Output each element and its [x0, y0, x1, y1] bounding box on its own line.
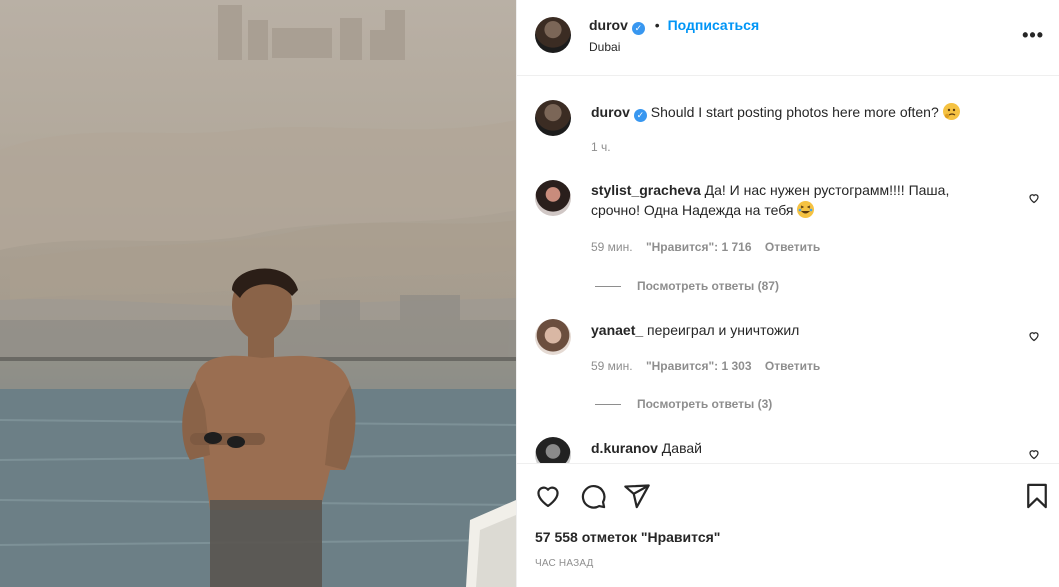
- comment-meta: 59 мин. "Нравится": 1 716 Ответить: [591, 240, 830, 254]
- more-options-icon[interactable]: •••: [1022, 25, 1044, 46]
- author-username[interactable]: durov: [589, 17, 628, 33]
- view-replies-label: Посмотреть ответы (87): [637, 279, 779, 293]
- view-replies-button[interactable]: Посмотреть ответы (87): [595, 279, 779, 293]
- comment-meta: 59 мин. "Нравится": 1 303 Ответить: [591, 359, 830, 373]
- photo-illustration: [0, 5, 516, 587]
- caption-row: durov ✓ Should I start posting photos her…: [535, 100, 1040, 160]
- dot-separator: •: [654, 17, 660, 33]
- author-line: durov ✓ • Подписаться: [589, 17, 759, 35]
- comment-text: yanaet_ переиграл и уничтожил: [591, 320, 799, 340]
- verified-icon: ✓: [631, 22, 645, 35]
- comment-text: stylist_gracheva Да! И нас нужен рустогр…: [591, 180, 991, 220]
- caption-body: Should I start posting photos here more …: [650, 104, 939, 120]
- comment-icon[interactable]: [579, 482, 607, 510]
- comment-body: Да! И нас нужен рустограмм!!!! Паша,: [704, 182, 950, 198]
- replies-divider: [595, 404, 621, 406]
- post-panel: durov ✓ • Подписаться Dubai ••• durov ✓ Sh…: [516, 0, 1059, 587]
- post-actions: 57 558 отметок "Нравится" ЧАС НАЗАД: [517, 463, 1059, 587]
- comment-time: 59 мин.: [591, 240, 633, 254]
- emoji-laughing: [797, 201, 815, 218]
- commenter-avatar[interactable]: [535, 180, 571, 216]
- emoji-thinking: [942, 103, 960, 120]
- author-avatar[interactable]: [535, 17, 571, 53]
- caption-username[interactable]: durov: [591, 104, 630, 120]
- heart-icon[interactable]: [1028, 448, 1040, 460]
- replies-divider: [595, 286, 621, 288]
- verified-icon: ✓: [633, 109, 647, 122]
- comment-body: Давай: [661, 440, 702, 456]
- heart-icon[interactable]: [1028, 192, 1040, 204]
- caption-text: durov ✓ Should I start posting photos her…: [591, 102, 960, 122]
- post-location[interactable]: Dubai: [589, 40, 620, 54]
- post-time-ago: ЧАС НАЗАД: [535, 558, 594, 569]
- comment-item: yanaet_ переиграл и уничтожил 59 мин. "Н…: [535, 318, 1040, 418]
- comment-body-line2: срочно! Одна Надежда на тебя: [591, 202, 794, 218]
- post-header: durov ✓ • Подписаться Dubai •••: [517, 0, 1059, 76]
- comment-item: stylist_gracheva Да! И нас нужен рустогр…: [535, 177, 1040, 297]
- comment-item: d.kuranov Давай: [535, 436, 1040, 463]
- commenter-username[interactable]: d.kuranov: [591, 440, 658, 456]
- like-heart-icon[interactable]: [534, 482, 562, 510]
- follow-button[interactable]: Подписаться: [668, 17, 760, 33]
- view-replies-button[interactable]: Посмотреть ответы (3): [595, 397, 772, 411]
- heart-icon[interactable]: [1028, 330, 1040, 342]
- comments-list: durov ✓ Should I start posting photos her…: [517, 77, 1059, 463]
- reply-button[interactable]: Ответить: [765, 240, 820, 254]
- caption-avatar[interactable]: [535, 100, 571, 136]
- comment-likes[interactable]: "Нравится": 1 303: [646, 359, 752, 373]
- post-photo[interactable]: [0, 0, 516, 587]
- commenter-username[interactable]: stylist_gracheva: [591, 182, 701, 198]
- share-icon[interactable]: [623, 482, 651, 510]
- reply-button[interactable]: Ответить: [765, 359, 820, 373]
- view-replies-label: Посмотреть ответы (3): [637, 397, 773, 411]
- save-icon[interactable]: [1023, 482, 1051, 510]
- caption-time: 1 ч.: [591, 140, 611, 154]
- commenter-avatar[interactable]: [535, 319, 571, 355]
- comment-likes[interactable]: "Нравится": 1 716: [646, 240, 752, 254]
- comment-text: d.kuranov Давай: [591, 438, 702, 458]
- comment-time: 59 мин.: [591, 359, 633, 373]
- likes-count[interactable]: 57 558 отметок "Нравится": [535, 529, 720, 545]
- commenter-username[interactable]: yanaet_: [591, 322, 643, 338]
- commenter-avatar[interactable]: [535, 437, 571, 463]
- comment-body: переиграл и уничтожил: [647, 322, 800, 338]
